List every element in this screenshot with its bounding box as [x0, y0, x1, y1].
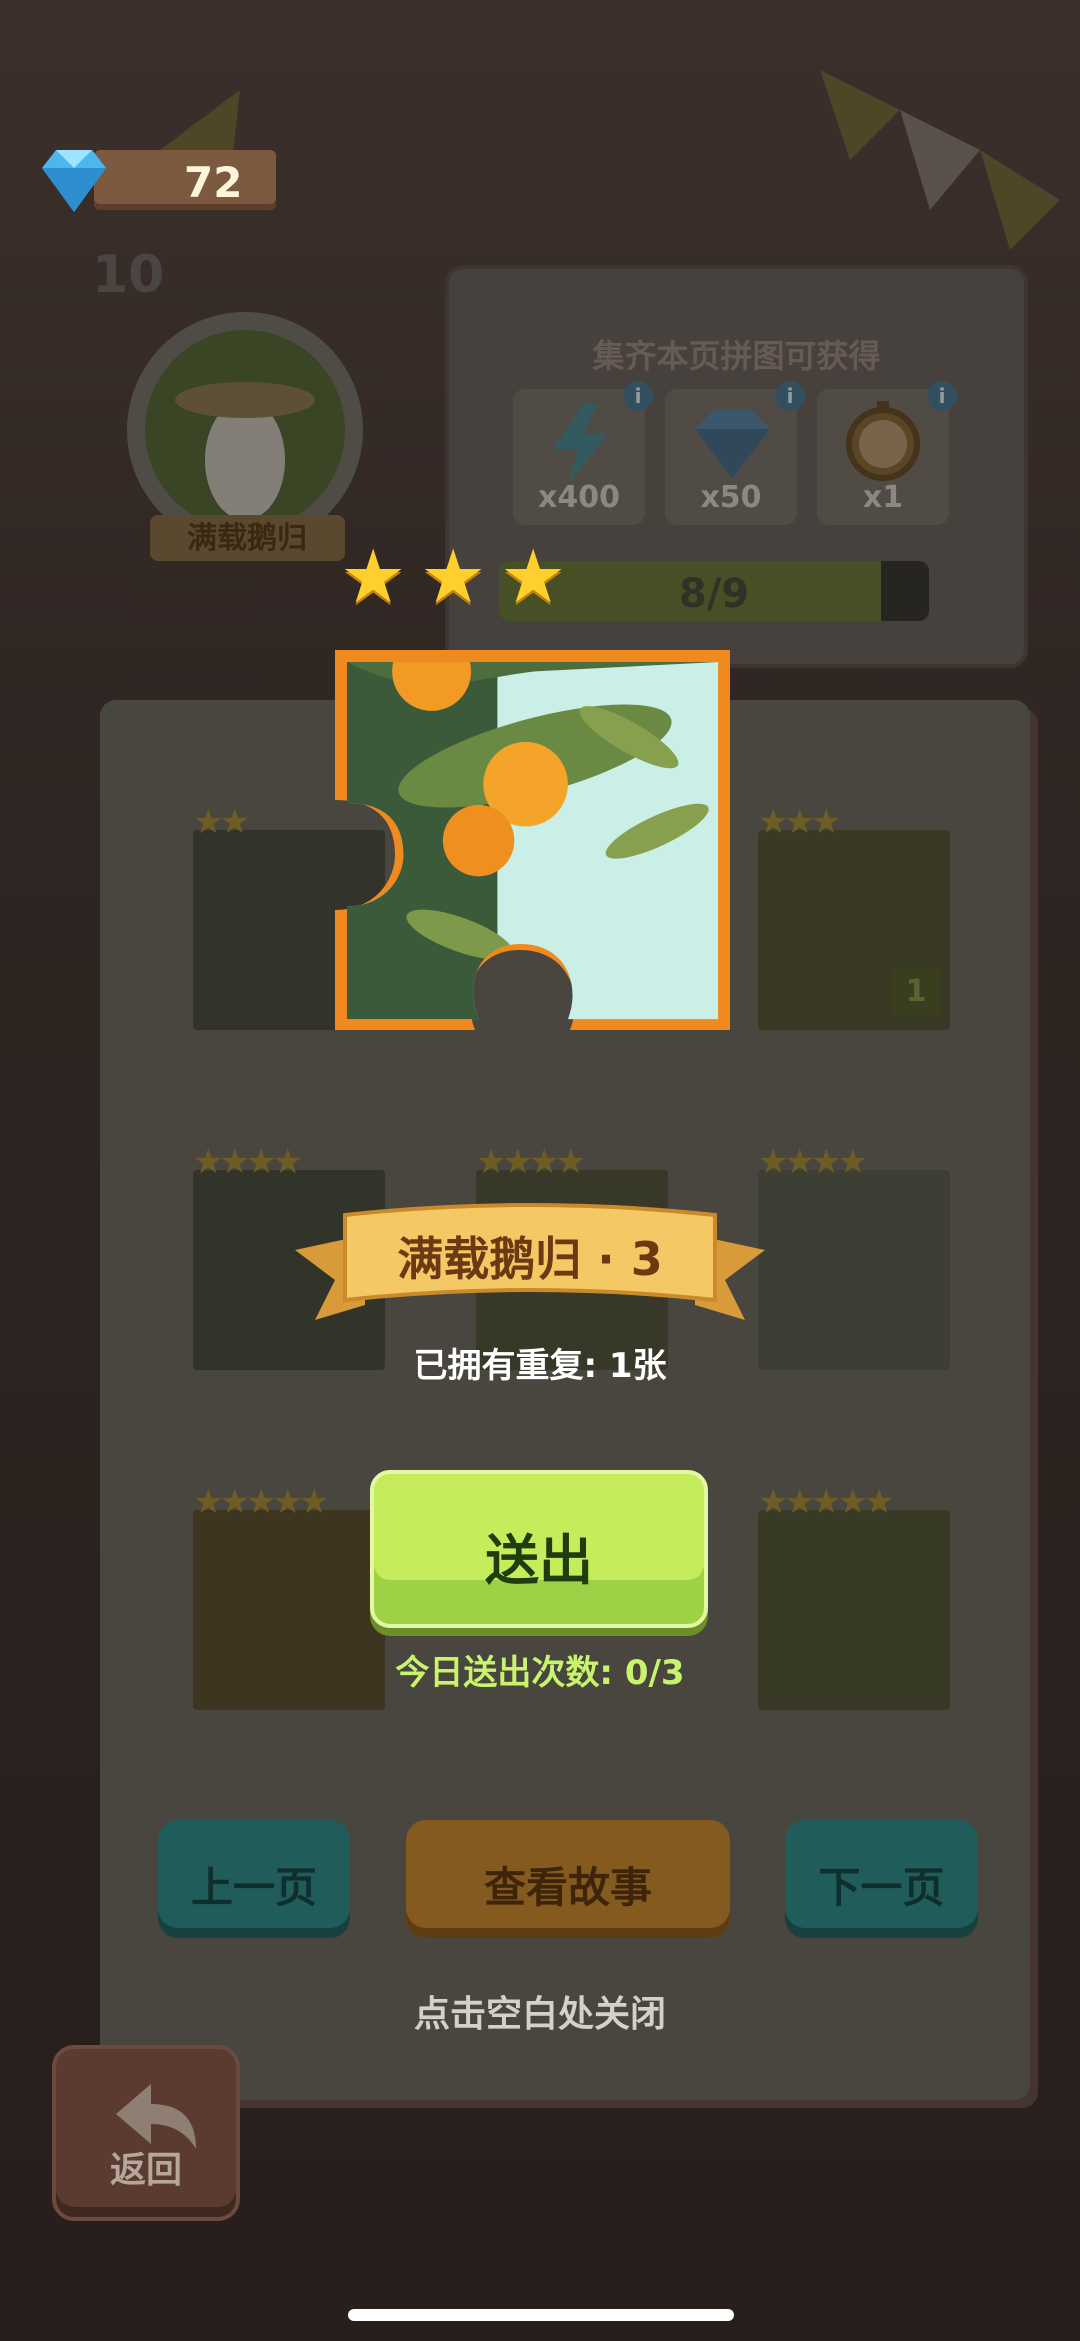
prev-page-label: 上一页	[190, 1863, 317, 1912]
view-story-button[interactable]: 查看故事	[406, 1820, 730, 1938]
next-page-button[interactable]: 下一页	[785, 1820, 978, 1938]
diamond-icon	[42, 150, 106, 212]
prev-page-button[interactable]: 上一页	[158, 1820, 350, 1938]
piece-name-ribbon	[295, 1203, 765, 1320]
piece-rating: ★ ★ ★	[340, 540, 580, 620]
owned-duplicate-text: 已拥有重复: 1张	[413, 1346, 667, 1386]
close-hint: 点击空白处关闭	[413, 1994, 666, 2035]
puzzle-piece-image	[335, 650, 730, 1030]
gem-count: 72	[184, 158, 243, 207]
star-icon: ★	[420, 534, 487, 620]
daily-send-count: 今日送出次数: 0/3	[395, 1653, 685, 1693]
next-page-label: 下一页	[818, 1863, 945, 1912]
star-icon: ★	[500, 534, 567, 620]
view-story-label: 查看故事	[483, 1863, 652, 1912]
home-indicator[interactable]	[348, 2309, 734, 2321]
back-button[interactable]: 返回	[52, 2045, 240, 2221]
gem-counter[interactable]: 72	[34, 140, 276, 220]
send-button[interactable]: 送出	[370, 1470, 708, 1628]
star-icon: ★	[340, 534, 407, 620]
send-button-label: 送出	[485, 1529, 593, 1592]
back-label: 返回	[109, 2150, 182, 2191]
